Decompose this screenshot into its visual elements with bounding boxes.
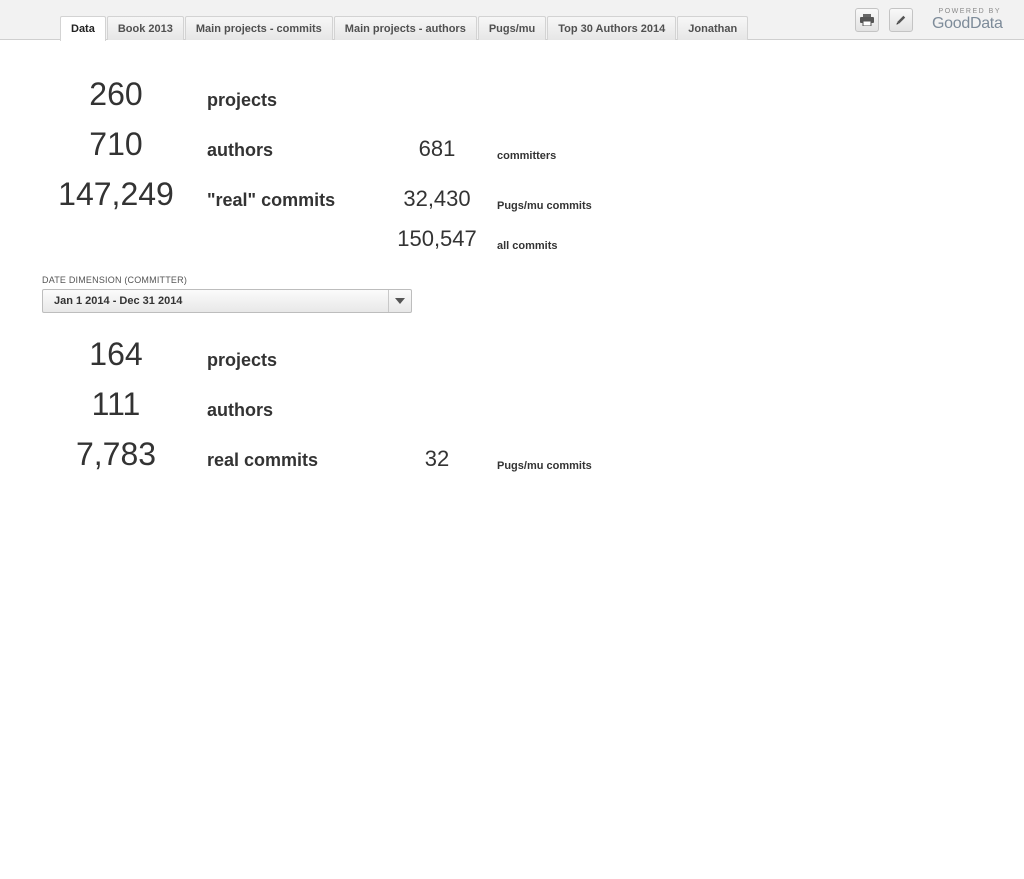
projects-filtered-label: projects [207,350,278,370]
brand-name: GoodData [932,15,1003,32]
real-commits-total-value: 147,249 [58,176,174,212]
pugs-commits-total-label: Pugs/mu commits [497,200,592,212]
pencil-icon [896,15,906,25]
projects-total-label: projects [207,90,278,110]
pugs-commits-total-value: 32,430 [403,186,471,211]
tab-book-2013[interactable]: Book 2013 [106,16,184,40]
powered-by-text: POWERED BY [938,8,1001,15]
pugs-commits-filtered-value: 32 [424,446,450,471]
tab-jonathan[interactable]: Jonathan [677,16,749,40]
committers-value: 681 [418,136,456,161]
authors-filtered-label: authors [207,400,274,420]
authors-total-value: 710 [89,126,143,162]
pugs-commits-filtered-label: Pugs/mu commits [497,460,592,472]
real-commits-filtered-label: real commits [207,450,319,470]
authors-total-label: authors [207,140,274,160]
edit-button[interactable] [889,8,913,32]
dashboard-tabs: Data Book 2013 Main projects - commits M… [60,16,749,41]
authors-filtered-value: 111 [91,386,141,422]
real-commits-total-label: "real" commits [207,190,336,210]
date-filter-dropdown[interactable]: Jan 1 2014 - Dec 31 2014 [42,289,412,313]
all-commits-label: all commits [497,240,558,252]
all-commits-value: 150,547 [397,226,477,251]
top-bar: Data Book 2013 Main projects - commits M… [0,0,1024,41]
tab-data[interactable]: Data [60,16,106,41]
tab-pugs-mu[interactable]: Pugs/mu [477,16,547,40]
projects-total-value: 260 [89,76,143,112]
dropdown-caret[interactable] [388,290,411,312]
tab-main-projects-authors[interactable]: Main projects - authors [333,16,477,40]
real-commits-filtered-value: 7,783 [75,436,157,472]
tab-top-30-authors-2014[interactable]: Top 30 Authors 2014 [547,16,677,40]
date-filter-label: DATE DIMENSION (COMMITTER) [42,275,188,285]
chevron-down-icon [395,298,405,304]
gooddata-logo: POWERED BY GoodData [930,8,1004,34]
tab-main-projects-commits[interactable]: Main projects - commits [184,16,333,40]
committers-label: committers [497,150,557,162]
print-button[interactable] [855,8,879,32]
projects-filtered-value: 164 [89,336,143,372]
printer-icon [860,14,874,26]
date-filter-value: Jan 1 2014 - Dec 31 2014 [54,295,183,307]
